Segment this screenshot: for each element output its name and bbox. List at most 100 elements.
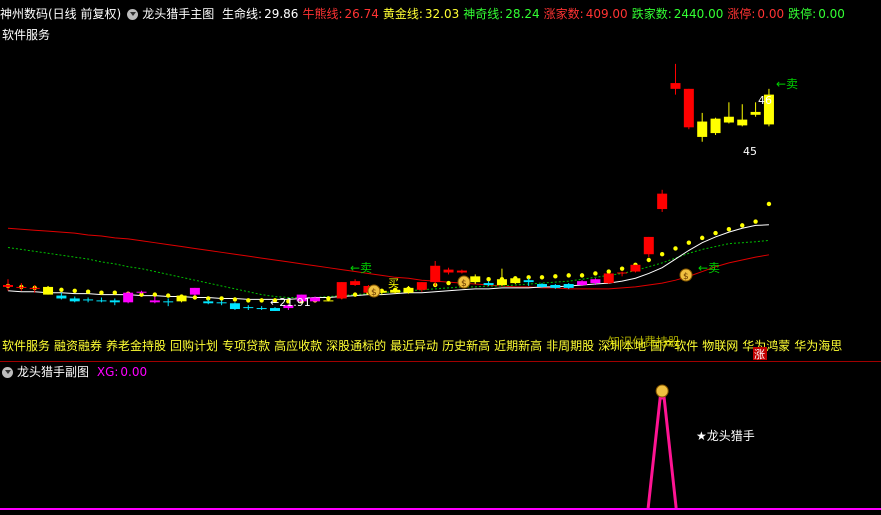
overlay-text: 知识付费持股: [608, 334, 680, 349]
candle-body: [416, 282, 427, 290]
gold-line-dot: [700, 235, 705, 241]
low-price-label: ←21.91: [270, 296, 311, 309]
candle-body: [243, 307, 254, 309]
candle-body: [496, 279, 507, 285]
gold-line-dot: [606, 269, 611, 274]
high-price-label: 46: [758, 94, 772, 107]
gold-line-dot: [486, 277, 491, 282]
gold-line-dot: [766, 201, 772, 207]
candle-body: [670, 83, 681, 89]
gold-line-dot: [579, 273, 585, 278]
candle-body: [470, 276, 481, 283]
gold-line-dot: [72, 288, 77, 293]
candle-body: [69, 298, 80, 302]
candle-body: [443, 269, 454, 273]
candle-body: [43, 286, 54, 295]
sell-signal-mid: ←卖: [350, 261, 372, 275]
gold-line-dot: [740, 223, 745, 228]
candle-body: [3, 285, 13, 287]
sell-signal-top: ←卖: [776, 77, 798, 91]
candle-body: [96, 300, 107, 302]
gold-line-dot: [166, 293, 171, 298]
zhang-badge: 涨: [754, 348, 765, 361]
candle-body: [603, 273, 614, 284]
candle-body: [350, 281, 361, 285]
candle-body: [123, 292, 134, 303]
candle-body: [216, 302, 227, 304]
candle-body: [189, 287, 200, 295]
candle-body: [750, 111, 761, 115]
candle-body: [323, 300, 334, 302]
gold-line-dot: [659, 252, 665, 257]
gold-line-dot: [566, 273, 571, 278]
candle-body: [550, 285, 561, 288]
candle-body: [83, 299, 94, 301]
candle-body: [29, 287, 40, 289]
candle-body: [737, 119, 748, 126]
candle-body: [390, 289, 401, 293]
gold-line-dot: [352, 292, 358, 297]
candle-body: [643, 236, 654, 255]
candle-body: [56, 295, 67, 299]
gold-line-dot: [192, 295, 198, 300]
candle-body: [510, 278, 521, 284]
candle-body: [657, 193, 668, 210]
gold-line-dot: [553, 274, 558, 279]
candle-body: [109, 300, 120, 303]
candle-body: [630, 264, 641, 272]
candle-body: [697, 121, 708, 137]
gold-line-dot: [726, 227, 732, 232]
candle-body: [537, 284, 547, 287]
signal-spike: [646, 396, 678, 509]
candle-body: [483, 283, 494, 285]
candle-body: [16, 286, 27, 288]
candle-body: [563, 284, 574, 288]
candle-body: [723, 116, 734, 123]
candle-body: [310, 297, 321, 302]
gold-line-dot: [112, 290, 118, 295]
candle-body: [136, 291, 147, 293]
candle-body: [710, 118, 721, 134]
coin-icon-glyph: $: [371, 288, 377, 298]
candle-body: [590, 279, 601, 284]
gold-line-dot: [446, 280, 451, 286]
candle-body: [523, 280, 534, 283]
candle-body: [617, 272, 628, 274]
candle-body: [683, 88, 694, 128]
candle-body: [203, 301, 214, 304]
coin-icon-glyph: $: [683, 272, 689, 282]
candle-body: [577, 281, 588, 285]
candle-body: [229, 303, 240, 310]
signal-label: ★龙头猎手: [696, 429, 755, 443]
gold-line-dot: [713, 230, 718, 236]
gold-line-dot: [85, 289, 91, 294]
level-45-label: 45: [743, 145, 757, 158]
gold-line-dot: [593, 271, 598, 276]
sub-coin-icon: [655, 384, 669, 398]
candle-body: [256, 308, 267, 310]
gold-line-dot: [646, 257, 651, 263]
gold-line-dot: [619, 266, 625, 271]
gold-line-dot: [539, 275, 545, 280]
candle-body: [403, 287, 414, 293]
gold-line-dot: [152, 292, 158, 297]
candle-body: [163, 301, 174, 303]
gold-line-dot: [232, 297, 238, 302]
sell-signal-right: ←卖: [698, 261, 720, 275]
gold-line-dot: [219, 296, 224, 301]
candlestick-chart[interactable]: ←卖 46 45 ←卖 ←卖 买 ←21.91 $ $ $ ★龙头猎手 知识付费持股…: [0, 0, 881, 515]
candle-body: [176, 295, 187, 302]
gold-line-dot: [246, 298, 251, 303]
gold-line-dot: [673, 246, 678, 251]
candle-body: [149, 300, 160, 303]
gold-line-dot: [753, 219, 758, 224]
candle-body: [456, 270, 467, 273]
gold-line-dot: [686, 240, 692, 245]
coin-icon-glyph: $: [461, 279, 467, 289]
candle-body: [430, 265, 441, 283]
gold-line-dot: [59, 287, 64, 293]
gold-line-dot: [99, 290, 104, 295]
buy-signal-mid: 买: [388, 277, 399, 290]
candle-body: [336, 282, 347, 299]
gold-line-dot: [259, 298, 264, 303]
